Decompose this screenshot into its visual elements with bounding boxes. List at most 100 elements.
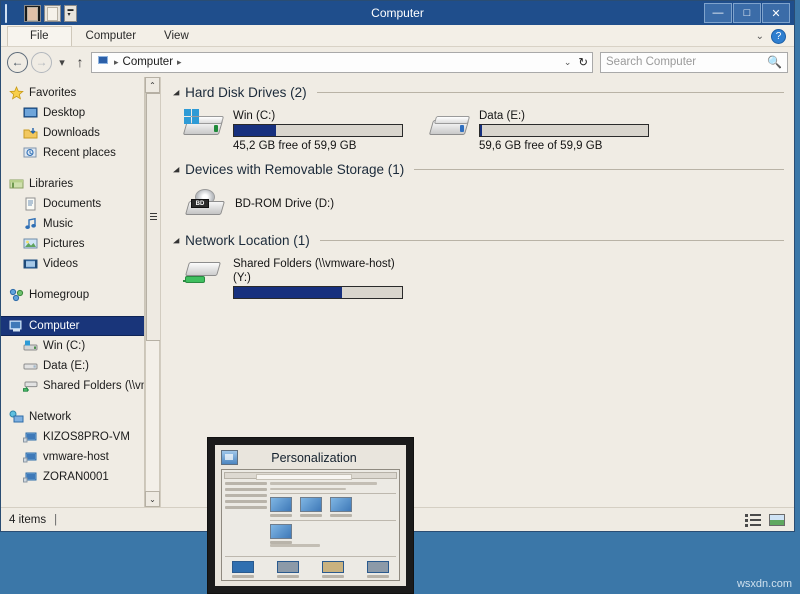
sidebar-item-computer[interactable]: Computer — [1, 316, 158, 336]
up-button[interactable]: ↑ — [72, 52, 88, 73]
sidebar-item-pictures[interactable]: Pictures — [1, 234, 160, 254]
scrollbar-thumb[interactable] — [146, 93, 161, 341]
section-header-hard-disk-drives[interactable]: ◢ Hard Disk Drives (2) — [173, 85, 784, 100]
preview-bottom-icons — [225, 556, 396, 578]
large-icons-view-button[interactable] — [768, 512, 786, 528]
sidebar-label: vmware-host — [43, 451, 109, 463]
chevron-down-icon[interactable]: ⌄ — [756, 31, 764, 42]
sidebar-group-favorites[interactable]: Favorites — [1, 83, 160, 103]
sidebar-group-libraries[interactable]: Libraries — [1, 174, 160, 194]
capacity-bar — [233, 286, 403, 299]
sidebar-item-kizos8pro-vm[interactable]: KIZOS8PRO-VM — [1, 427, 160, 447]
scroll-up-button[interactable]: ⌃ — [145, 77, 160, 93]
maximize-button[interactable]: □ — [733, 3, 761, 23]
sidebar-item-downloads[interactable]: Downloads — [1, 123, 160, 143]
status-separator: | — [54, 514, 57, 526]
drive-free-space: 45,2 GB free of 59,9 GB — [233, 140, 403, 152]
sidebar-label: Documents — [43, 198, 101, 210]
sidebar-spacer — [1, 163, 160, 174]
new-folder-icon[interactable] — [44, 5, 61, 22]
tab-computer[interactable]: Computer — [72, 27, 151, 46]
sidebar-spacer — [1, 396, 160, 407]
sidebar-item-desktop[interactable]: Desktop — [1, 103, 160, 123]
computer-icon[interactable] — [5, 5, 21, 21]
sidebar-group-homegroup[interactable]: Homegroup — [1, 285, 160, 305]
network-drive-icon — [183, 256, 225, 290]
star-icon — [9, 86, 24, 100]
capacity-bar — [233, 124, 403, 137]
sidebar-group-network[interactable]: Network — [1, 407, 160, 427]
scroll-down-button[interactable]: ⌄ — [145, 491, 160, 507]
address-bar[interactable]: ▸ Computer ▸ ⌄ ↻ — [91, 52, 593, 73]
search-input[interactable]: Search Computer 🔍 — [600, 52, 788, 73]
drive-item-shared-folders[interactable]: Shared Folders (\\vmware-host) (Y:) — [183, 256, 403, 299]
collapse-triangle-icon[interactable]: ◢ — [173, 89, 179, 97]
navigation-pane: Favorites Desktop Downloads Recent place… — [1, 77, 161, 507]
desktop-icon — [23, 106, 38, 120]
windows-drive-icon — [23, 339, 38, 353]
sidebar-spacer — [1, 305, 160, 316]
properties-icon[interactable] — [24, 5, 41, 22]
help-icon[interactable]: ? — [771, 29, 786, 44]
sidebar-label: Libraries — [29, 178, 73, 190]
computer-icon — [96, 56, 110, 68]
capacity-bar-fill — [234, 287, 342, 298]
watermark: wsxdn.com — [737, 578, 792, 590]
breadcrumb-computer[interactable]: Computer — [123, 56, 174, 68]
drive-list: Win (C:) 45,2 GB free of 59,9 GB Data (E… — [173, 102, 784, 162]
drive-item-bd-rom[interactable]: BD BD-ROM Drive (D:) — [173, 179, 784, 233]
personalization-thumbnail-popup[interactable]: Personalization — [207, 437, 414, 594]
sidebar-item-documents[interactable]: Documents — [1, 194, 160, 214]
collapse-triangle-icon[interactable]: ◢ — [173, 166, 179, 174]
recent-locations-dropdown[interactable]: ▾ — [55, 52, 69, 73]
sidebar-item-data-e[interactable]: Data (E:) — [1, 356, 160, 376]
section-title: Hard Disk Drives (2) — [185, 85, 307, 100]
sidebar-item-shared-folders[interactable]: Shared Folders (\\vmwa — [1, 376, 160, 396]
network-icon — [9, 410, 24, 424]
sidebar-item-zoran0001[interactable]: ZORAN0001 — [1, 467, 160, 487]
back-button[interactable]: ← — [7, 52, 28, 73]
refresh-icon[interactable]: ↻ — [578, 55, 588, 69]
drive-item-win-c[interactable]: Win (C:) 45,2 GB free of 59,9 GB — [183, 108, 403, 152]
drive-icon — [23, 359, 38, 373]
videos-icon — [23, 257, 38, 271]
sidebar-item-win-c[interactable]: Win (C:) — [1, 336, 160, 356]
section-rule — [320, 240, 784, 241]
popup-header: Personalization — [221, 450, 400, 465]
sidebar-item-music[interactable]: Music — [1, 214, 160, 234]
tab-file[interactable]: File — [7, 26, 72, 46]
capacity-bar-fill — [234, 125, 276, 136]
forward-button[interactable]: → — [31, 52, 52, 73]
section-header-removable-storage[interactable]: ◢ Devices with Removable Storage (1) — [173, 162, 784, 177]
navigation-bar: ← → ▾ ↑ ▸ Computer ▸ ⌄ ↻ Search Computer… — [1, 47, 794, 77]
tab-view[interactable]: View — [150, 27, 203, 46]
popup-title: Personalization — [244, 451, 400, 465]
drive-item-data-e[interactable]: Data (E:) 59,6 GB free of 59,9 GB — [429, 108, 649, 152]
sidebar-item-recent-places[interactable]: Recent places — [1, 143, 160, 163]
network-drive-icon — [23, 379, 38, 393]
sidebar-item-videos[interactable]: Videos — [1, 254, 160, 274]
ribbon-tab-strip: File Computer View ⌄ ? — [1, 25, 794, 47]
sidebar-scrollbar[interactable]: ⌃ ⌄ — [144, 77, 160, 507]
minimize-button[interactable]: — — [704, 3, 732, 23]
section-title: Network Location (1) — [185, 233, 310, 248]
sidebar-label: Recent places — [43, 147, 116, 159]
capacity-bar — [479, 124, 649, 137]
sidebar-item-vmware-host[interactable]: vmware-host — [1, 447, 160, 467]
breadcrumb-separator-end[interactable]: ▸ — [177, 57, 182, 68]
documents-icon — [23, 197, 38, 211]
popup-preview-image — [221, 469, 400, 581]
details-view-button[interactable] — [744, 512, 762, 528]
customize-dropdown-icon[interactable]: ▬▾ — [64, 5, 77, 22]
close-button[interactable]: ✕ — [762, 3, 790, 23]
downloads-icon — [23, 126, 38, 140]
computer-node-icon — [23, 430, 38, 444]
drive-label: Data (E:) — [479, 110, 649, 122]
collapse-triangle-icon[interactable]: ◢ — [173, 237, 179, 245]
history-dropdown-icon[interactable]: ⌄ — [564, 57, 572, 68]
search-icon[interactable]: 🔍 — [767, 55, 782, 69]
section-header-network-location[interactable]: ◢ Network Location (1) — [173, 233, 784, 248]
ribbon-right-controls: ⌄ ? — [756, 29, 794, 46]
personalization-icon — [221, 450, 238, 465]
scrollbar-track[interactable] — [145, 93, 160, 491]
